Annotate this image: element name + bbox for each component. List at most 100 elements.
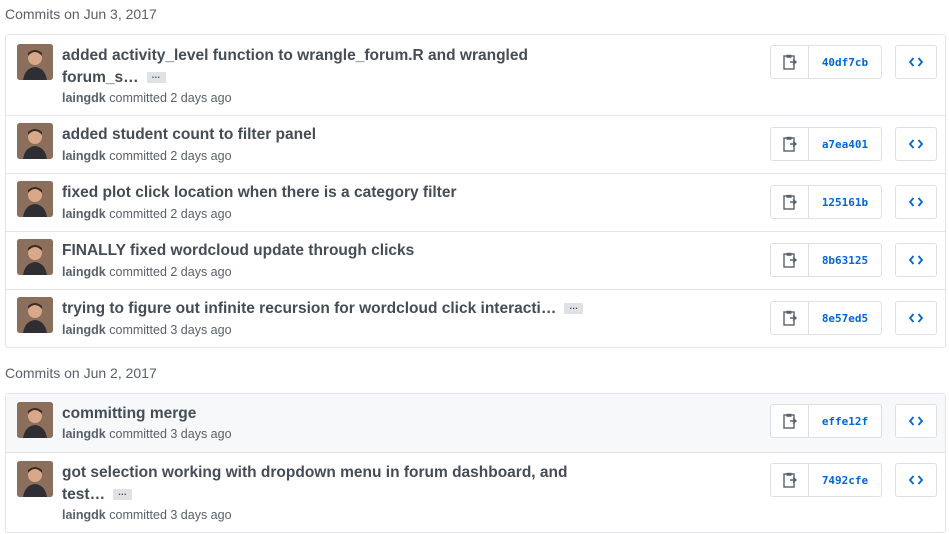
- avatar[interactable]: [17, 181, 53, 217]
- commit-author[interactable]: laingdk: [62, 323, 106, 337]
- copy-sha-button[interactable]: [771, 302, 809, 334]
- commit-title: fixed plot click location when there is …: [62, 182, 602, 204]
- sha-button-group: effe12f: [770, 404, 882, 438]
- commit-author[interactable]: laingdk: [62, 91, 106, 105]
- clipboard-icon: [782, 472, 797, 488]
- commit-title: trying to figure out infinite recursion …: [62, 298, 662, 320]
- commit-message-link[interactable]: added student count to filter panel: [62, 126, 316, 143]
- commit-list: added activity_level function to wrangle…: [5, 34, 946, 348]
- browse-repo-button[interactable]: [895, 243, 937, 277]
- expand-message-button[interactable]: …: [113, 488, 133, 501]
- commit-sha-link[interactable]: 7492cfe: [809, 464, 881, 496]
- expand-message-button[interactable]: …: [146, 71, 166, 84]
- avatar[interactable]: [17, 239, 53, 275]
- sha-button-group: 8e57ed5: [770, 301, 882, 335]
- avatar[interactable]: [17, 297, 53, 333]
- commit-sha-link[interactable]: 40df7cb: [809, 46, 881, 78]
- commit-group-header: Commits on Jun 3, 2017: [5, 6, 157, 22]
- sha-button-group: 40df7cb: [770, 45, 882, 79]
- avatar[interactable]: [17, 402, 53, 438]
- clipboard-icon: [782, 54, 797, 70]
- commit-row: fixed plot click location when there is …: [6, 173, 945, 231]
- commit-row: added activity_level function to wrangle…: [6, 35, 945, 115]
- commit-message-link[interactable]: got selection working with dropdown menu…: [62, 464, 567, 481]
- commit-time: committed 2 days ago: [109, 207, 232, 221]
- commit-author[interactable]: laingdk: [62, 427, 106, 441]
- copy-sha-button[interactable]: [771, 186, 809, 218]
- browse-repo-button[interactable]: [895, 127, 937, 161]
- clipboard-icon: [782, 413, 797, 429]
- avatar[interactable]: [17, 461, 53, 497]
- commit-time: committed 2 days ago: [109, 91, 232, 105]
- commit-meta: laingdk committed 2 days ago: [62, 91, 232, 105]
- commit-time: committed 3 days ago: [109, 323, 232, 337]
- code-icon: [909, 313, 923, 323]
- commit-message-link[interactable]: test…: [62, 486, 105, 503]
- copy-sha-button[interactable]: [771, 46, 809, 78]
- commit-author[interactable]: laingdk: [62, 508, 106, 522]
- commit-row: FINALLY fixed wordcloud update through c…: [6, 231, 945, 289]
- sha-button-group: 125161b: [770, 185, 882, 219]
- commit-list: committing merge laingdk committed 3 day…: [5, 393, 946, 533]
- commit-message-link[interactable]: trying to figure out infinite recursion …: [62, 300, 556, 317]
- clipboard-icon: [782, 136, 797, 152]
- browse-repo-button[interactable]: [895, 45, 937, 79]
- code-icon: [909, 139, 923, 149]
- avatar[interactable]: [17, 44, 53, 80]
- commit-time: committed 3 days ago: [109, 427, 232, 441]
- code-icon: [909, 197, 923, 207]
- commit-meta: laingdk committed 2 days ago: [62, 265, 232, 279]
- commit-title: committing merge: [62, 403, 602, 425]
- commit-meta: laingdk committed 2 days ago: [62, 149, 232, 163]
- commit-title: got selection working with dropdown menu…: [62, 462, 602, 506]
- commit-sha-link[interactable]: 125161b: [809, 186, 881, 218]
- commit-author[interactable]: laingdk: [62, 265, 106, 279]
- commit-meta: laingdk committed 3 days ago: [62, 508, 232, 522]
- commit-meta: laingdk committed 2 days ago: [62, 207, 232, 221]
- code-icon: [909, 475, 923, 485]
- code-icon: [909, 416, 923, 426]
- copy-sha-button[interactable]: [771, 405, 809, 437]
- clipboard-icon: [782, 252, 797, 268]
- commit-message-link[interactable]: fixed plot click location when there is …: [62, 184, 457, 201]
- commit-time: committed 3 days ago: [109, 508, 232, 522]
- commit-row: added student count to filter panel lain…: [6, 115, 945, 173]
- commit-sha-link[interactable]: effe12f: [809, 405, 881, 437]
- commit-sha-link[interactable]: 8b63125: [809, 244, 881, 276]
- commit-time: committed 2 days ago: [109, 149, 232, 163]
- commit-author[interactable]: laingdk: [62, 149, 106, 163]
- commit-message-link[interactable]: added activity_level function to wrangle…: [62, 47, 528, 64]
- commit-title: added student count to filter panel: [62, 124, 602, 146]
- code-icon: [909, 255, 923, 265]
- commit-message-link[interactable]: forum_s…: [62, 69, 139, 86]
- commit-title: added activity_level function to wrangle…: [62, 45, 602, 89]
- avatar[interactable]: [17, 123, 53, 159]
- clipboard-icon: [782, 310, 797, 326]
- commit-group-header: Commits on Jun 2, 2017: [5, 365, 157, 381]
- commit-message-link[interactable]: FINALLY fixed wordcloud update through c…: [62, 242, 414, 259]
- clipboard-icon: [782, 194, 797, 210]
- commit-meta: laingdk committed 3 days ago: [62, 427, 232, 441]
- commit-sha-link[interactable]: 8e57ed5: [809, 302, 881, 334]
- commit-author[interactable]: laingdk: [62, 207, 106, 221]
- browse-repo-button[interactable]: [895, 463, 937, 497]
- commit-message-link[interactable]: committing merge: [62, 405, 196, 422]
- browse-repo-button[interactable]: [895, 301, 937, 335]
- commit-row: got selection working with dropdown menu…: [6, 452, 945, 532]
- browse-repo-button[interactable]: [895, 404, 937, 438]
- commit-row: trying to figure out infinite recursion …: [6, 289, 945, 347]
- commit-time: committed 2 days ago: [109, 265, 232, 279]
- sha-button-group: a7ea401: [770, 127, 882, 161]
- commit-sha-link[interactable]: a7ea401: [809, 128, 881, 160]
- copy-sha-button[interactable]: [771, 244, 809, 276]
- commit-meta: laingdk committed 3 days ago: [62, 323, 232, 337]
- commit-row: committing merge laingdk committed 3 day…: [6, 394, 945, 452]
- browse-repo-button[interactable]: [895, 185, 937, 219]
- sha-button-group: 8b63125: [770, 243, 882, 277]
- sha-button-group: 7492cfe: [770, 463, 882, 497]
- copy-sha-button[interactable]: [771, 128, 809, 160]
- copy-sha-button[interactable]: [771, 464, 809, 496]
- commit-title: FINALLY fixed wordcloud update through c…: [62, 240, 602, 262]
- code-icon: [909, 57, 923, 67]
- expand-message-button[interactable]: …: [564, 302, 584, 315]
